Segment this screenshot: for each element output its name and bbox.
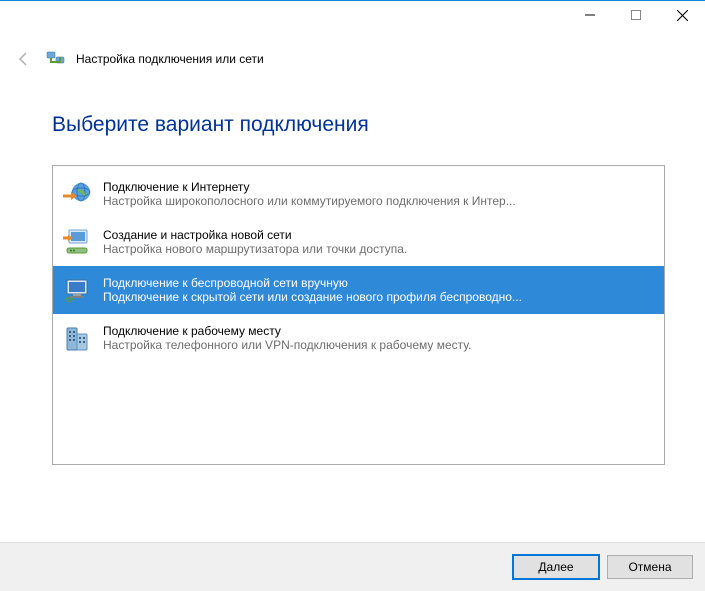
option-title: Создание и настройка новой сети bbox=[103, 228, 407, 242]
content-area: Выберите вариант подключения Подключение… bbox=[0, 89, 705, 465]
cancel-button[interactable]: Отмена bbox=[607, 555, 693, 579]
internet-globe-icon bbox=[61, 178, 93, 210]
option-title: Подключение к рабочему месту bbox=[103, 324, 471, 338]
workplace-icon bbox=[61, 322, 93, 354]
option-new-network[interactable]: Создание и настройка новой сети Настройк… bbox=[53, 218, 664, 266]
titlebar bbox=[0, 1, 705, 31]
option-desc: Настройка широкополосного или коммутируе… bbox=[103, 194, 516, 208]
option-desc: Настройка телефонного или VPN-подключени… bbox=[103, 338, 471, 352]
option-workplace[interactable]: Подключение к рабочему месту Настройка т… bbox=[53, 314, 664, 362]
option-desc: Подключение к скрытой сети или создание … bbox=[103, 290, 522, 304]
close-button[interactable] bbox=[659, 1, 705, 29]
network-wizard-icon bbox=[46, 49, 66, 69]
option-title: Подключение к беспроводной сети вручную bbox=[103, 276, 522, 290]
options-list: Подключение к Интернету Настройка широко… bbox=[52, 165, 665, 465]
next-button[interactable]: Далее bbox=[513, 555, 599, 579]
wireless-manual-icon bbox=[61, 274, 93, 306]
option-internet[interactable]: Подключение к Интернету Настройка широко… bbox=[53, 170, 664, 218]
wizard-title: Настройка подключения или сети bbox=[76, 52, 264, 66]
maximize-button[interactable] bbox=[613, 1, 659, 29]
wizard-header: Настройка подключения или сети bbox=[0, 31, 705, 89]
minimize-button[interactable] bbox=[567, 1, 613, 29]
wizard-footer: Далее Отмена bbox=[0, 542, 705, 591]
option-title: Подключение к Интернету bbox=[103, 180, 516, 194]
option-wireless-manual[interactable]: Подключение к беспроводной сети вручную … bbox=[53, 266, 664, 314]
page-heading: Выберите вариант подключения bbox=[52, 113, 665, 137]
back-arrow-icon[interactable] bbox=[12, 47, 36, 71]
router-icon bbox=[61, 226, 93, 258]
option-desc: Настройка нового маршрутизатора или точк… bbox=[103, 242, 407, 256]
